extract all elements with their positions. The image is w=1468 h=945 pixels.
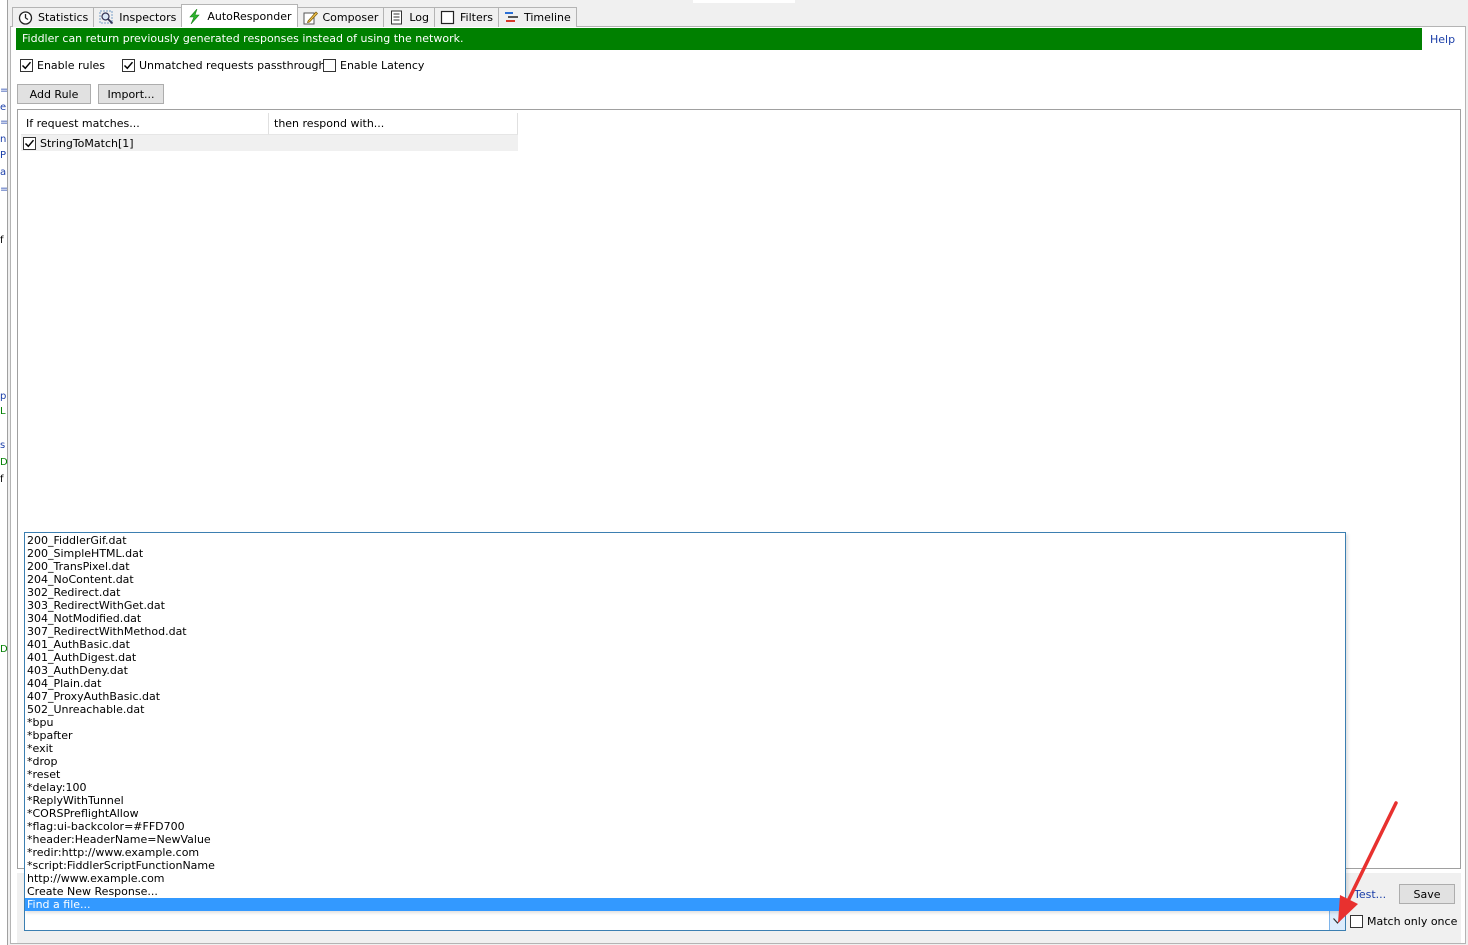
enable-rules-option[interactable]: Enable rules <box>20 58 105 72</box>
tab-timeline[interactable]: Timeline <box>498 7 577 27</box>
dropdown-option[interactable]: *redir:http://www.example.com <box>25 846 1345 859</box>
dropdown-option[interactable]: 401_AuthDigest.dat <box>25 651 1345 664</box>
left-pane-glyph: s <box>0 440 6 451</box>
left-pane-glyph: p <box>0 391 7 402</box>
tab-label: AutoResponder <box>207 9 292 23</box>
tab-filters[interactable]: Filters <box>434 7 499 27</box>
import-button[interactable]: Import... <box>98 84 164 104</box>
dropdown-option[interactable]: *script:FiddlerScriptFunctionName <box>25 859 1345 872</box>
response-combobox[interactable] <box>24 910 1346 931</box>
dropdown-option[interactable]: 403_AuthDeny.dat <box>25 664 1345 677</box>
left-pane-glyph: f <box>0 235 4 246</box>
left-pane-edge: = e = n P a = f p L s D f D <box>0 0 8 945</box>
tab-autoresponder[interactable]: AutoResponder <box>181 4 298 27</box>
tab-strip: Statistics Inspectors AutoResponder Comp… <box>12 4 577 27</box>
dropdown-option[interactable]: 200_TransPixel.dat <box>25 560 1345 573</box>
dropdown-option[interactable]: 307_RedirectWithMethod.dat <box>25 625 1345 638</box>
dropdown-option[interactable]: http://www.example.com <box>25 872 1345 885</box>
unmatched-passthrough-checkbox[interactable] <box>122 58 135 72</box>
title-gap <box>693 0 795 3</box>
dropdown-option[interactable]: 502_Unreachable.dat <box>25 703 1345 716</box>
checkmark-icon <box>21 61 32 69</box>
tab-composer[interactable]: Composer <box>296 7 385 27</box>
left-pane-glyph: a <box>0 167 7 178</box>
dropdown-option[interactable]: *bpu <box>25 716 1345 729</box>
dropdown-option[interactable]: *ReplyWithTunnel <box>25 794 1345 807</box>
left-pane-glyph: L <box>0 406 6 417</box>
dropdown-option[interactable]: 200_SimpleHTML.dat <box>25 547 1345 560</box>
dropdown-option[interactable]: *bpafter <box>25 729 1345 742</box>
left-pane-glyph: = <box>0 184 8 195</box>
tab-label: Timeline <box>524 11 571 24</box>
stopwatch-icon <box>18 10 33 25</box>
tab-label: Statistics <box>38 11 89 24</box>
dropdown-option[interactable]: *reset <box>25 768 1345 781</box>
unmatched-passthrough-option[interactable]: Unmatched requests passthrough <box>122 58 326 72</box>
enable-latency-label: Enable Latency <box>340 58 425 72</box>
dropdown-option[interactable]: *flag:ui-backcolor=#FFD700 <box>25 820 1345 833</box>
dropdown-option[interactable]: 404_Plain.dat <box>25 677 1345 690</box>
left-pane-glyph: = <box>0 85 8 96</box>
dropdown-option[interactable]: Create New Response... <box>25 885 1345 898</box>
left-pane-glyph: P <box>0 150 7 161</box>
left-pane-glyph: = <box>0 117 8 128</box>
left-pane-glyph: e <box>0 102 7 113</box>
left-pane-glyph: f <box>0 474 4 485</box>
add-rule-button[interactable]: Add Rule <box>17 84 91 104</box>
tab-statistics[interactable]: Statistics <box>12 7 95 27</box>
enable-latency-option[interactable]: Enable Latency <box>323 58 424 72</box>
dropdown-option[interactable]: 200_FiddlerGif.dat <box>25 534 1345 547</box>
tab-label: Log <box>409 11 430 24</box>
dropdown-option[interactable]: 303_RedirectWithGet.dat <box>25 599 1345 612</box>
tab-label: Filters <box>460 11 493 24</box>
pencil-icon <box>303 10 318 25</box>
dropdown-option[interactable]: 304_NotModified.dat <box>25 612 1345 625</box>
info-banner: Fiddler can return previously generated … <box>16 28 1422 50</box>
left-pane-glyph: n <box>0 134 7 145</box>
enable-rules-label: Enable rules <box>37 58 106 72</box>
annotation-arrow <box>1338 801 1398 923</box>
table-row[interactable]: StringToMatch[1] <box>21 135 518 151</box>
checkmark-icon <box>123 61 134 69</box>
unmatched-passthrough-label: Unmatched requests passthrough <box>139 58 326 72</box>
enable-rules-checkbox[interactable] <box>20 58 33 72</box>
dropdown-option[interactable]: 407_ProxyAuthBasic.dat <box>25 690 1345 703</box>
save-button[interactable]: Save <box>1399 884 1455 904</box>
tab-log[interactable]: Log <box>383 7 436 27</box>
column-header-respond-with[interactable]: then respond with... <box>269 113 518 135</box>
checkmark-icon <box>24 139 35 147</box>
dropdown-option[interactable]: *exit <box>25 742 1345 755</box>
dropdown-option[interactable]: Find a file... <box>25 898 1345 911</box>
tab-label: Composer <box>322 11 379 24</box>
left-pane-glyph: D <box>0 644 8 655</box>
dropdown-option[interactable]: 204_NoContent.dat <box>25 573 1345 586</box>
lightning-icon <box>187 8 202 24</box>
rule-enabled-checkbox[interactable] <box>23 136 36 150</box>
magnifier-icon <box>99 10 114 25</box>
left-pane-glyph: D <box>0 457 8 468</box>
dropdown-option[interactable]: *drop <box>25 755 1345 768</box>
tab-inspectors[interactable]: Inspectors <box>93 7 183 27</box>
dropdown-option[interactable]: *CORSPreflightAllow <box>25 807 1345 820</box>
dropdown-option[interactable]: *header:HeaderName=NewValue <box>25 833 1345 846</box>
tab-label: Inspectors <box>119 11 177 24</box>
dropdown-option[interactable]: 302_Redirect.dat <box>25 586 1345 599</box>
response-dropdown-list: 200_FiddlerGif.dat 200_SimpleHTML.dat 200_… <box>24 532 1346 911</box>
log-icon <box>389 10 404 25</box>
rule-match-text: StringToMatch[1] <box>40 136 134 150</box>
enable-latency-checkbox[interactable] <box>323 58 336 72</box>
checkbox-icon <box>440 10 455 25</box>
dropdown-option[interactable]: *delay:100 <box>25 781 1345 794</box>
dropdown-option[interactable]: 401_AuthBasic.dat <box>25 638 1345 651</box>
timeline-icon <box>504 10 519 25</box>
help-link[interactable]: Help <box>1430 33 1455 46</box>
column-header-request-match[interactable]: If request matches... <box>21 113 269 135</box>
